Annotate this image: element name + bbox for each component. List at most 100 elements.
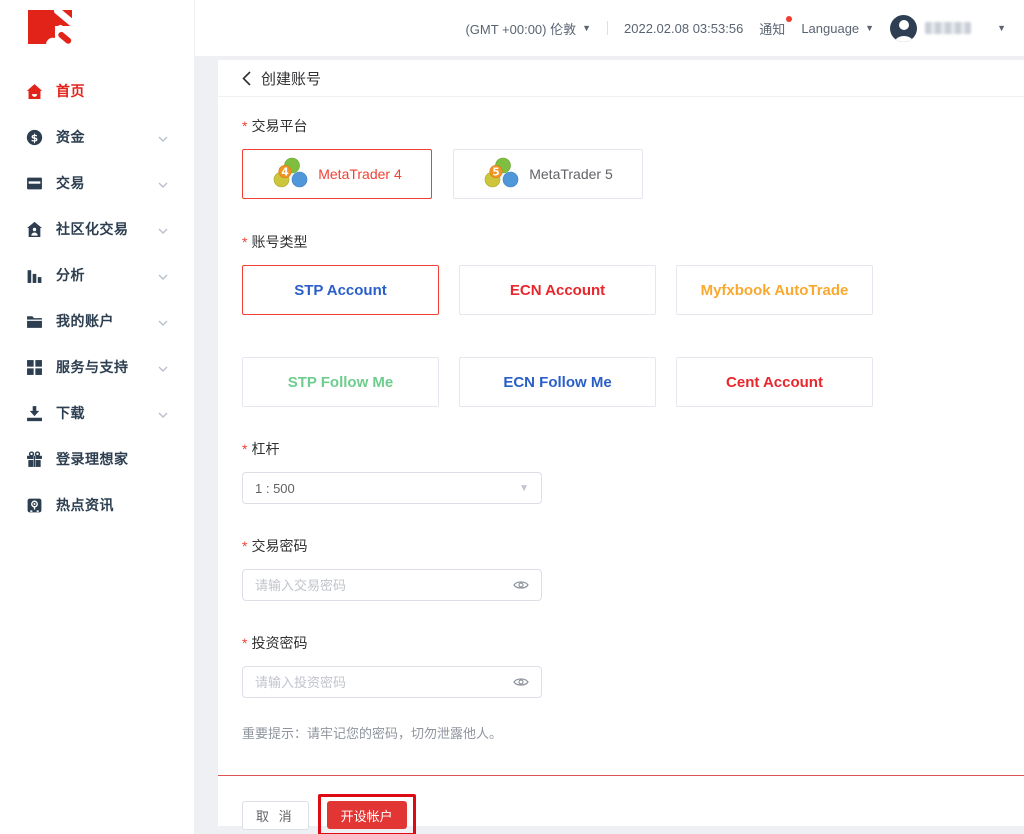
leverage-value: 1 : 500 [255, 481, 519, 496]
chevron-down-icon [158, 405, 168, 421]
sidebar-item-label: 社区化交易 [56, 219, 158, 239]
sidebar-item-download[interactable]: 下载 [0, 390, 194, 436]
user-name-redacted [925, 22, 971, 34]
metatrader5-icon: 5 [483, 157, 519, 192]
caret-down-icon: ▼ [865, 23, 874, 33]
page-title: 创建账号 [261, 68, 321, 89]
create-account-form: *交易平台 4 [218, 97, 1024, 742]
red-divider [218, 775, 1024, 776]
svg-text:4: 4 [282, 166, 289, 178]
notifications-button[interactable]: 通知 [759, 19, 785, 38]
password-notice: 重要提示：请牢记您的密码，切勿泄露他人。 [242, 723, 1000, 742]
caret-down-icon: ▼ [997, 23, 1006, 33]
language-selector[interactable]: Language ▼ [801, 21, 874, 36]
sidebar-item-trade[interactable]: 交易 [0, 160, 194, 206]
chevron-down-icon [158, 313, 168, 329]
main-column: (GMT +00:00) 伦敦 ▼ 2022.02.08 03:53:56 通知… [195, 0, 1024, 834]
topbar: (GMT +00:00) 伦敦 ▼ 2022.02.08 03:53:56 通知… [195, 0, 1024, 57]
chevron-down-icon: ▼ [519, 483, 529, 494]
sidebar-item-funds[interactable]: $ 资金 [0, 114, 194, 160]
notifications-label: 通知 [759, 19, 785, 38]
chevron-down-icon [158, 221, 168, 237]
news-pin-icon [26, 497, 43, 514]
platform-option-mt5[interactable]: 5 MetaTrader 5 [453, 149, 643, 199]
chevron-left-icon [242, 71, 251, 86]
eye-icon[interactable] [513, 579, 529, 591]
sidebar-item-home[interactable]: 首页 [0, 68, 194, 114]
sidebar-item-label: 分析 [56, 265, 158, 285]
platform-option-mt4[interactable]: 4 MetaTrader 4 [242, 149, 432, 199]
notification-dot [786, 16, 792, 22]
card-header: 创建账号 [218, 60, 1024, 97]
home-icon [26, 83, 43, 100]
required-asterisk: * [242, 538, 247, 554]
account-type-options-row1: STP Account ECN Account Myfxbook AutoTra… [242, 265, 1000, 315]
account-type-options-row2: STP Follow Me ECN Follow Me Cent Account [242, 357, 1000, 407]
invest-password-input[interactable] [255, 675, 513, 690]
account-type-ecn[interactable]: ECN Account [459, 265, 656, 315]
app-window: 首页 $ 资金 交易 社区化交易 [0, 0, 1024, 834]
sidebar-item-my-account[interactable]: 我的账户 [0, 298, 194, 344]
account-type-cent[interactable]: Cent Account [676, 357, 873, 407]
cancel-button[interactable]: 取 消 [242, 801, 309, 830]
form-actions: 取 消 开设帐户 [218, 794, 1024, 834]
eye-icon[interactable] [513, 676, 529, 688]
sidebar-item-label: 下载 [56, 403, 158, 423]
invest-password-field [242, 666, 542, 698]
sidebar-item-label: 我的账户 [56, 311, 158, 331]
leverage-select[interactable]: 1 : 500 ▼ [242, 472, 542, 504]
trade-password-input[interactable] [255, 578, 513, 593]
account-type-myfxbook[interactable]: Myfxbook AutoTrade [676, 265, 873, 315]
timezone-label: (GMT +00:00) 伦敦 [465, 19, 576, 38]
sidebar-menu: 首页 $ 资金 交易 社区化交易 [0, 68, 194, 528]
account-type-label: *账号类型 [242, 235, 1000, 249]
platform-options: 4 MetaTrader 4 [242, 149, 1000, 199]
dollar-icon: $ [26, 129, 43, 146]
svg-text:5: 5 [493, 166, 500, 178]
account-type-stp[interactable]: STP Account [242, 265, 439, 315]
sidebar-item-label: 服务与支持 [56, 357, 158, 377]
download-icon [26, 405, 43, 422]
annotation-highlight: 开设帐户 [318, 794, 416, 834]
trade-password-label: *交易密码 [242, 539, 1000, 553]
brand-logo[interactable] [28, 10, 194, 52]
sidebar-item-login-lixiangjia[interactable]: 登录理想家 [0, 436, 194, 482]
required-asterisk: * [242, 234, 247, 250]
invest-password-label: *投资密码 [242, 636, 1000, 650]
topbar-divider [607, 21, 608, 35]
sidebar-item-label: 首页 [56, 81, 168, 101]
create-account-card: 创建账号 *交易平台 [218, 60, 1024, 826]
card-icon [26, 175, 43, 192]
platform-label: *交易平台 [242, 119, 1000, 133]
platform-option-label: MetaTrader 5 [529, 166, 613, 182]
svg-text:$: $ [31, 131, 38, 144]
account-type-ecn-follow[interactable]: ECN Follow Me [459, 357, 656, 407]
sidebar-item-hot-news[interactable]: 热点资讯 [0, 482, 194, 528]
avatar [890, 15, 917, 42]
sidebar: 首页 $ 资金 交易 社区化交易 [0, 0, 195, 834]
timezone-selector[interactable]: (GMT +00:00) 伦敦 ▼ [465, 19, 591, 38]
community-icon [26, 221, 43, 238]
sidebar-item-service-support[interactable]: 服务与支持 [0, 344, 194, 390]
trade-password-field [242, 569, 542, 601]
sidebar-item-community-trading[interactable]: 社区化交易 [0, 206, 194, 252]
folder-icon [26, 313, 43, 330]
required-asterisk: * [242, 635, 247, 651]
grid-icon [26, 359, 43, 376]
work-area: 创建账号 *交易平台 [195, 57, 1024, 834]
chevron-down-icon [158, 175, 168, 191]
account-type-stp-follow[interactable]: STP Follow Me [242, 357, 439, 407]
required-asterisk: * [242, 118, 247, 134]
user-menu[interactable]: ▼ [890, 15, 1006, 42]
open-account-button[interactable]: 开设帐户 [327, 801, 407, 829]
language-label: Language [801, 21, 859, 36]
chevron-down-icon [158, 359, 168, 375]
sidebar-item-analysis[interactable]: 分析 [0, 252, 194, 298]
leverage-label: *杠杆 [242, 442, 1000, 456]
back-button[interactable] [242, 71, 251, 86]
sidebar-item-label: 交易 [56, 173, 158, 193]
sidebar-item-label: 热点资讯 [56, 495, 168, 515]
required-asterisk: * [242, 441, 247, 457]
chevron-down-icon [158, 267, 168, 283]
caret-down-icon: ▼ [582, 23, 591, 33]
